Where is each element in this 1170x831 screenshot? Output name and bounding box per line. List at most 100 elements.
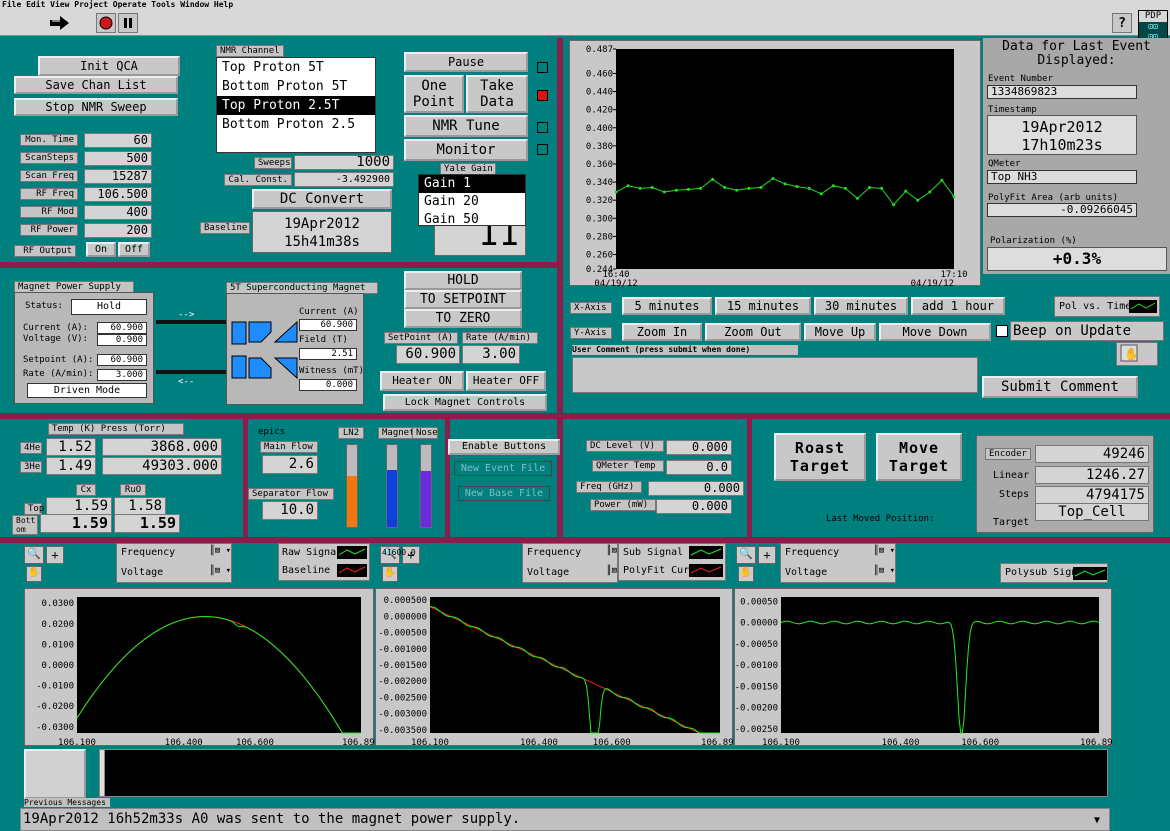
x-add-1-hour-button[interactable]: add 1 hour bbox=[911, 297, 1005, 315]
list-item-selected[interactable]: Gain 1 bbox=[419, 175, 525, 193]
plot1-scale-legend[interactable]: Frequency Voltage ║⊠ ▾ ║⊠ ▾ bbox=[116, 543, 232, 583]
rf-power-field[interactable]: 200 bbox=[84, 223, 152, 238]
new-base-file-button[interactable]: New Base File bbox=[458, 486, 550, 501]
zoom-tool-icon[interactable]: 🔍 bbox=[736, 546, 756, 564]
x-scale-icon[interactable]: ║⊠ ▾ bbox=[849, 546, 895, 562]
plot1-tools[interactable]: 🔍 + ✋ bbox=[24, 546, 68, 586]
pan-tool-icon[interactable]: ✋ bbox=[382, 566, 398, 582]
zoom-in-button[interactable]: Zoom In bbox=[622, 323, 702, 341]
heater-off-button[interactable]: Heater OFF bbox=[466, 371, 546, 391]
rf-mod-field[interactable]: 400 bbox=[84, 205, 152, 220]
zoom-out-button[interactable]: Zoom Out bbox=[705, 323, 801, 341]
init-qca-button[interactable]: Init QCA bbox=[38, 56, 180, 76]
run-arrow-icon[interactable] bbox=[44, 13, 74, 33]
top-cx: 1.59 bbox=[46, 497, 112, 515]
submit-comment-button[interactable]: Submit Comment bbox=[982, 376, 1138, 398]
lock-magnet-controls-button[interactable]: Lock Magnet Controls bbox=[383, 394, 547, 411]
enable-buttons-button[interactable]: Enable Buttons bbox=[448, 439, 560, 455]
pan-tool-icon[interactable]: ✋ bbox=[26, 566, 42, 582]
x-5-minutes-button[interactable]: 5 minutes bbox=[622, 297, 712, 315]
y-tick-label: 0.000500 bbox=[384, 596, 427, 606]
field-label: Mon. Time bbox=[20, 134, 78, 146]
y-tick-label: -0.003000 bbox=[378, 710, 427, 720]
voltage-value: 0.900 bbox=[97, 334, 147, 346]
hold-button[interactable]: HOLD bbox=[404, 271, 522, 290]
to-zero-button[interactable]: TO ZERO bbox=[404, 309, 522, 328]
zoom-tool-icon[interactable]: 🔍 bbox=[24, 546, 44, 564]
plot-area bbox=[430, 597, 720, 733]
nmr-tune-button[interactable]: NMR Tune bbox=[404, 115, 528, 137]
to-setpoint-button[interactable]: TO SETPOINT bbox=[404, 290, 522, 309]
x-tick-label: 106.100 bbox=[58, 738, 96, 747]
list-item[interactable]: Top Proton 5T bbox=[217, 58, 375, 77]
current-value: 60.900 bbox=[97, 322, 147, 334]
new-event-file-button[interactable]: New Event File bbox=[454, 461, 552, 476]
y-tick-label: 0.00000 bbox=[740, 619, 778, 629]
pan-tool-icon[interactable]: ✋ bbox=[738, 566, 754, 582]
rf-freq-field[interactable]: 106.500 bbox=[84, 187, 152, 202]
message-history bbox=[104, 749, 1108, 797]
pause-icon[interactable] bbox=[118, 13, 138, 33]
setpoint-a-field[interactable]: 60.900 bbox=[396, 345, 460, 364]
save-chan-list-button[interactable]: Save Chan List bbox=[14, 76, 178, 94]
plot3-tools[interactable]: 🔍 + ✋ bbox=[736, 546, 780, 586]
one-point-button[interactable]: One Point bbox=[404, 75, 464, 113]
beep-checkbox[interactable] bbox=[996, 325, 1008, 337]
setpoint-a-label: SetPoint (A) bbox=[384, 332, 458, 344]
stop-nmr-sweep-button[interactable]: Stop NMR Sweep bbox=[14, 98, 178, 116]
message-action-button[interactable] bbox=[24, 749, 86, 799]
trend-point bbox=[614, 190, 618, 194]
plot3-scale-legend[interactable]: Frequency Voltage ║⊠ ▾ ║⊠ ▾ bbox=[780, 543, 896, 583]
menu-bar[interactable]: File Edit View Project Operate Tools Win… bbox=[0, 0, 1170, 10]
trend-point bbox=[807, 186, 811, 190]
list-item[interactable]: Gain 50 bbox=[419, 211, 525, 225]
monitor-button[interactable]: Monitor bbox=[404, 139, 528, 161]
raw-signal-plot-frame: 0.0300 0.0200 0.0100 0.0000 -0.0100 -0.0200 -0… bbox=[24, 588, 380, 748]
x-scale-icon[interactable]: ║⊠ bbox=[589, 546, 617, 562]
move-down-button[interactable]: Move Down bbox=[879, 323, 991, 341]
take-data-button[interactable]: Take Data bbox=[466, 75, 528, 113]
mon-time-field[interactable]: 60 bbox=[84, 133, 152, 148]
y-scale-icon[interactable]: ║⊠ ▾ bbox=[185, 566, 231, 582]
scan-steps-field[interactable]: 500 bbox=[84, 151, 152, 166]
baseline-time: 15h41m38s bbox=[284, 234, 360, 250]
y-scale-icon[interactable]: ║⊠ ▾ bbox=[849, 566, 895, 582]
nmr-channel-list[interactable]: Top Proton 5T Bottom Proton 5T Top Proto… bbox=[216, 57, 376, 153]
x-30-minutes-button[interactable]: 30 minutes bbox=[814, 297, 908, 315]
yale-gain-list[interactable]: Gain 1 Gain 20 Gain 50 bbox=[418, 174, 526, 226]
sweeps-field[interactable]: 1000 bbox=[294, 155, 394, 170]
bottom-ruo: 1.59 bbox=[114, 514, 180, 533]
help-button[interactable]: ? bbox=[1112, 13, 1132, 33]
crosshair-tool-icon[interactable]: + bbox=[46, 546, 64, 564]
separator bbox=[0, 262, 562, 268]
crosshair-tool-icon[interactable]: + bbox=[758, 546, 776, 564]
plot2-overlay-text: 41600,0 bbox=[382, 548, 416, 557]
list-item[interactable]: Gain 20 bbox=[419, 193, 525, 211]
heater-on-button[interactable]: Heater ON bbox=[380, 371, 464, 391]
plot2-scale-legend[interactable]: Frequency Voltage ║⊠ ║⊠ bbox=[522, 543, 618, 583]
pan-tool-icon[interactable]: ✋ bbox=[1116, 342, 1158, 366]
dropdown-arrow-icon[interactable]: ▼ bbox=[1094, 815, 1100, 826]
list-item[interactable]: Bottom Proton 2.5 bbox=[217, 115, 375, 134]
list-item[interactable]: Bottom Proton 5T bbox=[217, 77, 375, 96]
y-tick-label: -0.00200 bbox=[735, 704, 778, 714]
cal-const-field[interactable]: -3.492900 bbox=[294, 172, 394, 187]
nmr-tune-indicator bbox=[537, 122, 548, 133]
comment-input[interactable] bbox=[572, 357, 978, 393]
rf-on-button[interactable]: On bbox=[86, 242, 116, 257]
scan-freq-field[interactable]: 15287 bbox=[84, 169, 152, 184]
rate-amin-field[interactable]: 3.00 bbox=[462, 345, 520, 364]
beep-on-update-label[interactable]: Beep on Update bbox=[1010, 321, 1164, 341]
move-up-button[interactable]: Move Up bbox=[804, 323, 876, 341]
stop-icon[interactable] bbox=[96, 13, 116, 33]
pause-button[interactable]: Pause bbox=[404, 52, 528, 72]
y-scale-icon[interactable]: ║⊠ bbox=[589, 566, 617, 582]
list-item-selected[interactable]: Top Proton 2.5T bbox=[217, 96, 375, 115]
separator bbox=[243, 419, 248, 537]
dc-convert-button[interactable]: DC Convert bbox=[252, 189, 392, 209]
x-15-minutes-button[interactable]: 15 minutes bbox=[715, 297, 811, 315]
move-target-button[interactable]: Move Target bbox=[876, 433, 962, 481]
rf-off-button[interactable]: Off bbox=[118, 242, 150, 257]
roast-target-button[interactable]: Roast Target bbox=[774, 433, 866, 481]
x-scale-icon[interactable]: ║⊠ ▾ bbox=[185, 546, 231, 562]
